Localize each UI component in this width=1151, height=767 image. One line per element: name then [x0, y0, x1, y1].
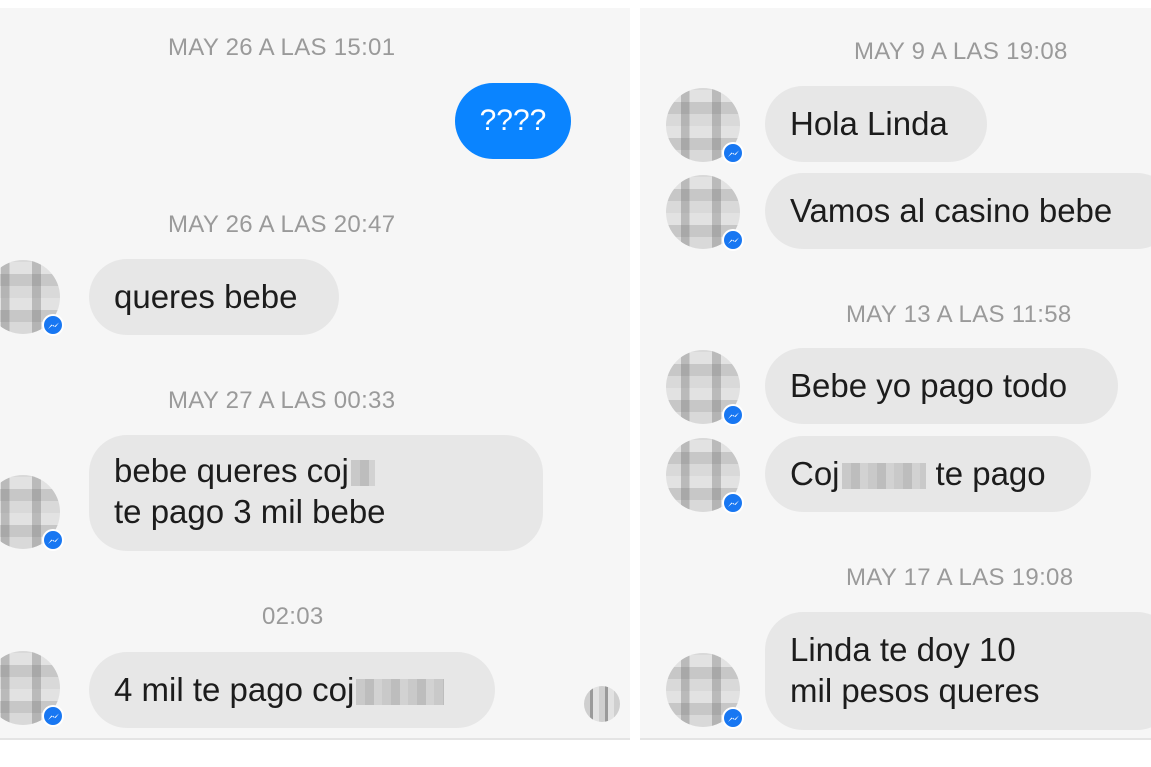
- divider: [0, 738, 630, 740]
- left-conversation: MAY 26 A LAS 15:01 ???? MAY 26 A LAS 20:…: [0, 8, 630, 740]
- read-receipt-avatar: [584, 686, 620, 722]
- timestamp: MAY 27 A LAS 00:33: [168, 387, 396, 414]
- contact-avatar[interactable]: [666, 350, 744, 426]
- messenger-badge-icon: [42, 314, 64, 336]
- message-line: mil pesos queres: [790, 672, 1040, 709]
- timestamp: MAY 26 A LAS 20:47: [168, 211, 396, 238]
- incoming-message-bubble[interactable]: Linda te doy 10 mil pesos queres: [765, 612, 1151, 730]
- messenger-badge-icon: [722, 707, 744, 729]
- timestamp: 02:03: [262, 603, 324, 630]
- timestamp: MAY 17 A LAS 19:08: [846, 564, 1074, 591]
- censor-blur: [841, 463, 926, 490]
- incoming-message-bubble[interactable]: Coj te pago: [765, 436, 1091, 512]
- messenger-badge-icon: [42, 705, 64, 727]
- right-conversation: MAY 9 A LAS 19:08 Hola Linda Vamos al ca…: [640, 8, 1151, 740]
- message-line: bebe queres coj: [114, 450, 518, 491]
- incoming-message-bubble[interactable]: Hola Linda: [765, 86, 987, 162]
- timestamp: MAY 9 A LAS 19:08: [854, 38, 1068, 65]
- timestamp: MAY 13 A LAS 11:58: [846, 301, 1072, 328]
- messenger-badge-icon: [722, 492, 744, 514]
- contact-avatar[interactable]: [666, 438, 744, 514]
- messenger-badge-icon: [722, 229, 744, 251]
- contact-avatar[interactable]: [666, 175, 744, 251]
- message-line: te pago 3 mil bebe: [114, 493, 386, 530]
- contact-avatar[interactable]: [0, 475, 64, 551]
- contact-avatar[interactable]: [0, 260, 64, 336]
- messenger-badge-icon: [722, 142, 744, 164]
- incoming-message-bubble[interactable]: queres bebe: [89, 259, 339, 335]
- incoming-message-bubble[interactable]: bebe queres coj te pago 3 mil bebe: [89, 435, 543, 551]
- contact-avatar[interactable]: [0, 651, 64, 727]
- message-line: Linda te doy 10: [790, 631, 1016, 668]
- censor-blur: [356, 679, 445, 706]
- outgoing-message-bubble[interactable]: ????: [455, 83, 571, 159]
- incoming-message-bubble[interactable]: Vamos al casino bebe: [765, 173, 1151, 249]
- messenger-badge-icon: [722, 404, 744, 426]
- incoming-message-bubble[interactable]: 4 mil te pago coj: [89, 652, 495, 728]
- divider: [640, 738, 1151, 740]
- contact-avatar[interactable]: [666, 88, 744, 164]
- timestamp: MAY 26 A LAS 15:01: [168, 34, 396, 61]
- messenger-badge-icon: [42, 529, 64, 551]
- contact-avatar[interactable]: [666, 653, 744, 729]
- censor-blur: [350, 460, 375, 487]
- incoming-message-bubble[interactable]: Bebe yo pago todo: [765, 348, 1118, 424]
